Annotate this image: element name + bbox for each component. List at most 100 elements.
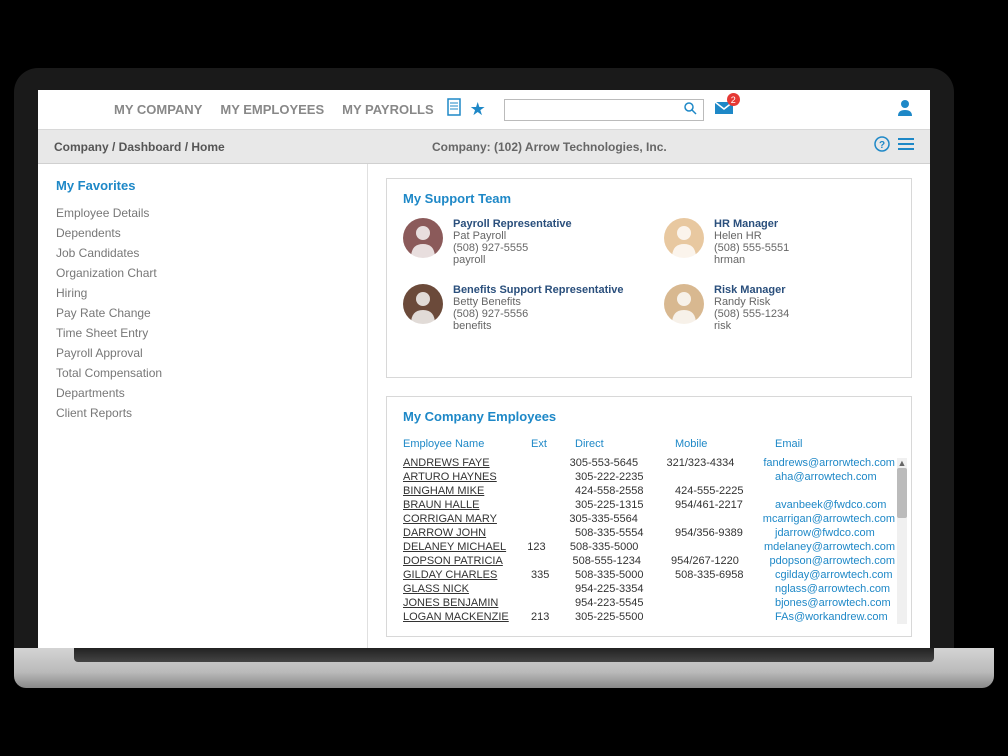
employee-ext <box>531 583 575 595</box>
nav-my-payrolls[interactable]: MY PAYROLLS <box>342 102 434 117</box>
support-tag: risk <box>714 320 789 332</box>
sidebar-item[interactable]: Total Compensation <box>56 363 349 383</box>
employee-direct: 954-223-5545 <box>575 597 675 609</box>
employee-direct: 508-335-5000 <box>570 541 667 553</box>
sidebar-item[interactable]: Pay Rate Change <box>56 303 349 323</box>
employee-email[interactable]: fandrews@arrorwtech.com <box>763 457 895 469</box>
col-ext[interactable]: Ext <box>531 438 575 450</box>
employee-ext: 123 <box>527 541 570 553</box>
employee-mobile: 321/323-4334 <box>667 457 764 469</box>
employee-direct: 305-553-5645 <box>570 457 667 469</box>
support-phone: (508) 927-5555 <box>453 242 572 254</box>
employee-email[interactable] <box>775 485 895 497</box>
sidebar-item[interactable]: Dependents <box>56 223 349 243</box>
sidebar-item[interactable]: Hiring <box>56 283 349 303</box>
list-menu-icon[interactable] <box>898 137 914 156</box>
employee-email[interactable]: cgilday@arrowtech.com <box>775 569 895 581</box>
table-row: BINGHAM MIKE 424-558-2558 424-555-2225 <box>403 484 895 498</box>
employee-name-link[interactable]: BINGHAM MIKE <box>403 485 531 497</box>
support-tag: payroll <box>453 254 572 266</box>
col-email[interactable]: Email <box>775 438 895 450</box>
employee-email[interactable]: mcarrigan@arrowtech.com <box>763 513 895 525</box>
support-title: My Support Team <box>403 191 895 206</box>
employee-email[interactable]: FAs@workandrew.com <box>775 611 895 623</box>
employee-direct: 424-558-2558 <box>575 485 675 497</box>
top-nav: MY COMPANY MY EMPLOYEES MY PAYROLLS ★ 2 <box>38 90 930 130</box>
employee-name-link[interactable]: ANDREWS FAYE <box>403 457 527 469</box>
employee-name-link[interactable]: GLASS NICK <box>403 583 531 595</box>
employee-name-link[interactable]: DARROW JOHN <box>403 527 531 539</box>
breadcrumb[interactable]: Company / Dashboard / Home <box>54 140 225 154</box>
employee-email[interactable]: bjones@arrowtech.com <box>775 597 895 609</box>
col-employee-name[interactable]: Employee Name <box>403 438 531 450</box>
mail-icon[interactable]: 2 <box>714 99 734 120</box>
table-row: GILDAY CHARLES 335 508-335-5000 508-335-… <box>403 568 895 582</box>
scroll-up-icon[interactable]: ▲ <box>897 458 907 468</box>
employee-name-link[interactable]: JONES BENJAMIN <box>403 597 531 609</box>
support-phone: (508) 555-5551 <box>714 242 789 254</box>
employee-name-link[interactable]: LOGAN MACKENZIE <box>403 611 531 623</box>
search-input[interactable] <box>505 103 677 117</box>
employee-email[interactable]: nglass@arrowtech.com <box>775 583 895 595</box>
mail-badge: 2 <box>727 93 740 106</box>
support-contact: HR Manager Helen HR (508) 555-5551 hrman <box>664 218 895 266</box>
sidebar-item[interactable]: Job Candidates <box>56 243 349 263</box>
table-row: GLASS NICK 954-225-3354 nglass@arrowtech… <box>403 582 895 596</box>
user-icon[interactable] <box>896 98 914 121</box>
employee-email[interactable]: mdelaney@arrowtech.com <box>764 541 895 553</box>
support-phone: (508) 555-1234 <box>714 308 789 320</box>
employee-mobile <box>667 541 764 553</box>
support-team-panel: My Support Team Payroll Representative P… <box>386 178 912 378</box>
table-row: BRAUN HALLE 305-225-1315 954/461-2217 av… <box>403 498 895 512</box>
scrollbar[interactable]: ▲ <box>897 458 907 624</box>
employee-direct: 305-222-2235 <box>575 471 675 483</box>
sidebar-item[interactable]: Client Reports <box>56 403 349 423</box>
employee-email[interactable]: pdopson@arrowtech.com <box>769 555 895 567</box>
employee-direct: 305-225-5500 <box>575 611 675 623</box>
col-mobile[interactable]: Mobile <box>675 438 775 450</box>
company-label: Company: (102) Arrow Technologies, Inc. <box>432 140 667 154</box>
employee-email[interactable]: jdarrow@fwdco.com <box>775 527 895 539</box>
scroll-thumb[interactable] <box>897 468 907 518</box>
employee-name-link[interactable]: GILDAY CHARLES <box>403 569 531 581</box>
sidebar-item[interactable]: Employee Details <box>56 203 349 223</box>
employee-direct: 305-335-5564 <box>569 513 666 525</box>
support-tag: hrman <box>714 254 789 266</box>
support-name: Helen HR <box>714 230 789 242</box>
sidebar-item[interactable]: Departments <box>56 383 349 403</box>
support-name: Betty Benefits <box>453 296 624 308</box>
employee-email[interactable]: avanbeek@fwdco.com <box>775 499 895 511</box>
employees-title: My Company Employees <box>403 409 895 424</box>
breadcrumb-bar: Company / Dashboard / Home Company: (102… <box>38 130 930 164</box>
employee-mobile <box>666 513 763 525</box>
employee-mobile: 954/356-9389 <box>675 527 775 539</box>
employee-name-link[interactable]: ARTURO HAYNES <box>403 471 531 483</box>
employee-direct: 305-225-1315 <box>575 499 675 511</box>
employee-name-link[interactable]: DOPSON PATRICIA <box>403 555 529 567</box>
employee-mobile <box>675 611 775 623</box>
employee-ext <box>531 499 575 511</box>
nav-my-company[interactable]: MY COMPANY <box>114 102 202 117</box>
nav-my-employees[interactable]: MY EMPLOYEES <box>220 102 324 117</box>
search-icon[interactable] <box>677 101 703 118</box>
employee-name-link[interactable]: DELANEY MICHAEL <box>403 541 527 553</box>
document-icon[interactable] <box>446 98 462 121</box>
table-row: ARTURO HAYNES 305-222-2235 aha@arrowtech… <box>403 470 895 484</box>
employee-mobile <box>675 597 775 609</box>
support-tag: benefits <box>453 320 624 332</box>
employee-mobile: 954/267-1220 <box>671 555 770 567</box>
support-name: Randy Risk <box>714 296 789 308</box>
star-icon[interactable]: ★ <box>470 99 486 120</box>
employee-email[interactable]: aha@arrowtech.com <box>775 471 895 483</box>
table-row: DELANEY MICHAEL 123 508-335-5000 mdelane… <box>403 540 895 554</box>
sidebar-item[interactable]: Organization Chart <box>56 263 349 283</box>
sidebar-item[interactable]: Payroll Approval <box>56 343 349 363</box>
employee-name-link[interactable]: CORRIGAN MARY <box>403 513 527 525</box>
table-row: DARROW JOHN 508-335-5554 954/356-9389 jd… <box>403 526 895 540</box>
help-icon[interactable]: ? <box>874 136 890 157</box>
employee-ext: 213 <box>531 611 575 623</box>
col-direct[interactable]: Direct <box>575 438 675 450</box>
employee-name-link[interactable]: BRAUN HALLE <box>403 499 531 511</box>
sidebar-item[interactable]: Time Sheet Entry <box>56 323 349 343</box>
employee-ext <box>531 527 575 539</box>
